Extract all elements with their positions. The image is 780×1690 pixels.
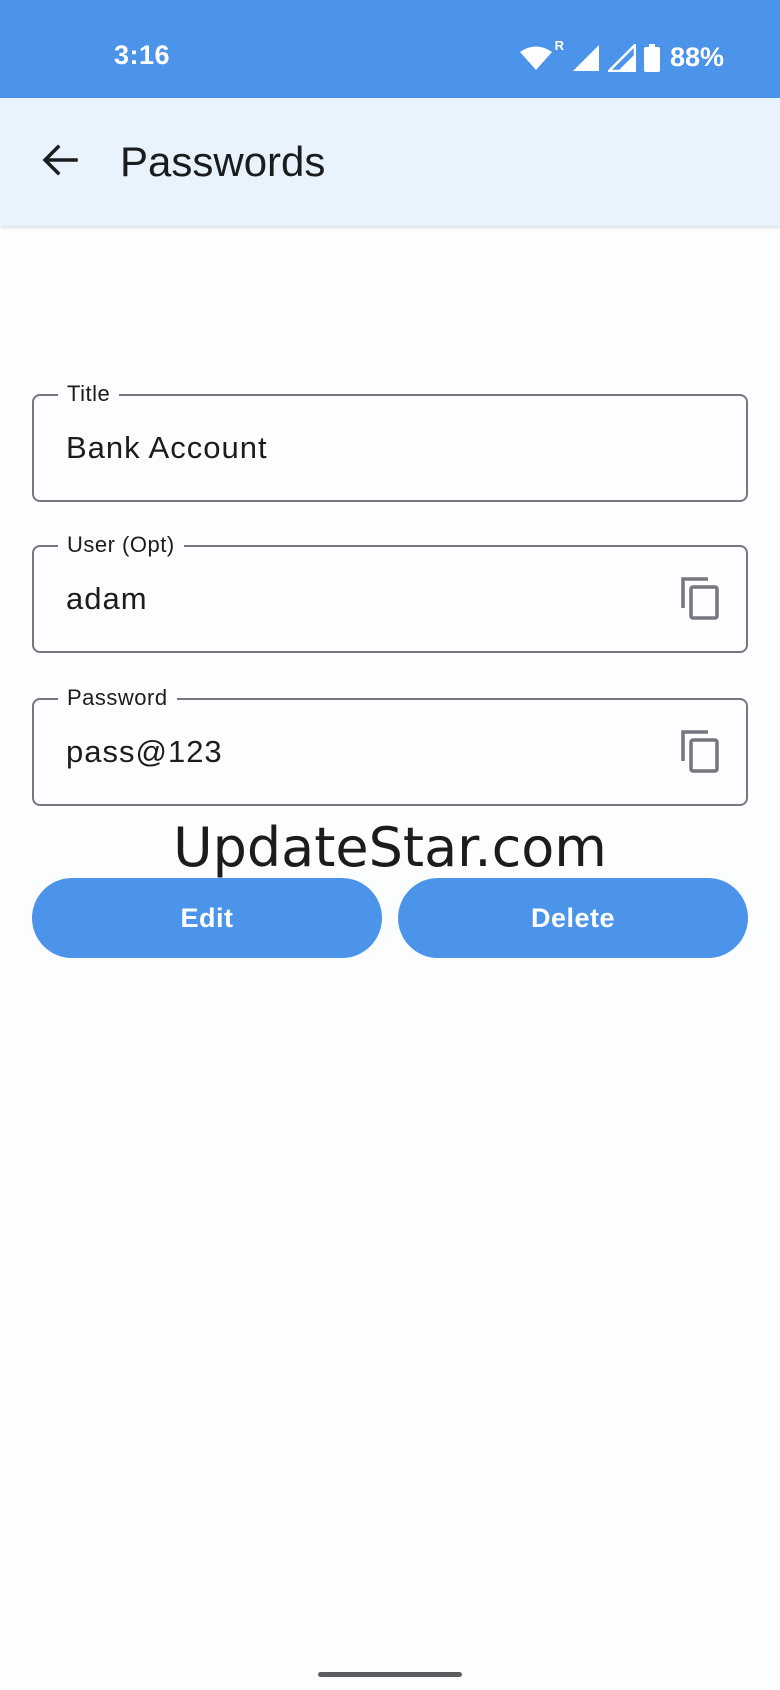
battery-percent: 88% <box>669 42 724 72</box>
status-time: 3:16 <box>114 40 171 70</box>
watermark: UpdateStar.com <box>173 816 607 879</box>
copy-password-button[interactable] <box>676 728 724 778</box>
battery-icon <box>643 43 660 72</box>
title-field-label: Title <box>58 380 120 408</box>
copy-icon <box>680 729 720 778</box>
status-bar: 3:16 R 88% <box>0 0 780 98</box>
user-field-value: adam <box>66 581 148 616</box>
status-icons: R 88% <box>519 38 724 73</box>
page-title: Passwords <box>120 138 326 185</box>
app-bar: Passwords <box>0 98 780 226</box>
user-field[interactable]: User (Opt) adam <box>32 531 748 653</box>
roaming-indicator: R <box>554 38 564 53</box>
arrow-back-icon <box>42 144 78 181</box>
signal-icon <box>607 43 636 72</box>
user-field-label: User (Opt) <box>58 531 184 559</box>
title-field-value: Bank Account <box>66 430 268 465</box>
copy-icon <box>680 576 720 625</box>
back-button[interactable] <box>30 132 90 192</box>
password-field-label: Password <box>58 684 177 712</box>
copy-user-button[interactable] <box>676 575 724 625</box>
gesture-bar[interactable] <box>318 1672 462 1677</box>
password-field-value: pass@123 <box>66 734 223 769</box>
title-field[interactable]: Title Bank Account <box>32 380 748 502</box>
signal-icon <box>572 44 600 72</box>
password-field[interactable]: Password pass@123 <box>32 684 748 806</box>
wifi-icon <box>519 45 553 71</box>
delete-button[interactable]: Delete <box>398 878 748 958</box>
edit-button[interactable]: Edit <box>32 878 382 958</box>
